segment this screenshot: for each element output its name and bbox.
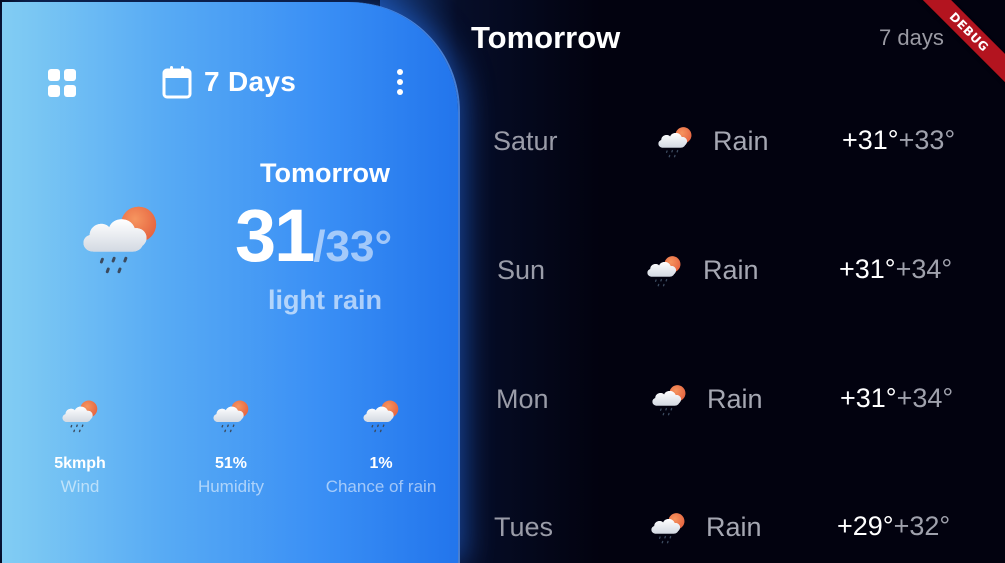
temp-low: /33° bbox=[313, 222, 393, 271]
weather-app: 7 Days Tomorrow 31 /33° light rain 5kmph… bbox=[0, 0, 1005, 563]
day-temp-low: +34° bbox=[895, 254, 953, 284]
temp-high: 31 bbox=[235, 194, 315, 277]
day-temp-low: +33° bbox=[898, 125, 956, 155]
rain-cloud-icon bbox=[649, 380, 689, 418]
more-vert-icon[interactable] bbox=[393, 67, 407, 97]
calendar-title: 7 Days bbox=[162, 62, 296, 102]
rain-cloud-icon bbox=[655, 122, 695, 160]
day-temps: +31°+34° bbox=[839, 254, 952, 285]
stat-chance-of-rain: 1% Chance of rain bbox=[311, 395, 451, 497]
day-temps: +31°+34° bbox=[840, 383, 953, 414]
stat-value: 51% bbox=[214, 455, 248, 472]
grid-icon[interactable] bbox=[47, 68, 77, 98]
rain-cloud-icon bbox=[359, 395, 403, 435]
day-temp-high: +31° bbox=[840, 383, 897, 413]
stat-value: 1% bbox=[369, 455, 393, 472]
day-temps: +29°+32° bbox=[837, 511, 950, 542]
day-name: Satur bbox=[493, 126, 558, 156]
condition-text: light rain bbox=[268, 285, 382, 315]
forecast-row[interactable]: Mon Rain +31°+34° bbox=[470, 378, 990, 424]
day-condition: Rain bbox=[706, 512, 762, 542]
stat-label: Chance of rain bbox=[325, 477, 437, 496]
calendar-icon bbox=[162, 66, 192, 99]
stat-value: 5kmph bbox=[54, 455, 106, 472]
tomorrow-label: Tomorrow bbox=[260, 158, 390, 188]
day-temp-high: +31° bbox=[842, 125, 899, 155]
card-title: 7 Days bbox=[204, 66, 297, 97]
weather-card: 7 Days Tomorrow 31 /33° light rain 5kmph… bbox=[2, 2, 458, 563]
stat-label: Wind bbox=[60, 477, 100, 496]
day-condition: Rain bbox=[713, 126, 769, 156]
rain-cloud-icon bbox=[644, 251, 684, 289]
rain-cloud-icon bbox=[648, 508, 688, 546]
day-condition: Rain bbox=[703, 255, 759, 285]
day-temps: +31°+33° bbox=[842, 125, 955, 156]
forecast-row[interactable]: Tues Rain +29°+32° bbox=[470, 506, 990, 552]
stat-label: Humidity bbox=[197, 477, 265, 496]
day-condition: Rain bbox=[707, 384, 763, 414]
day-name: Mon bbox=[496, 384, 549, 414]
day-temp-high: +31° bbox=[839, 254, 896, 284]
forecast-row[interactable]: Sun Rain +31°+34° bbox=[470, 249, 990, 295]
stat-humidity: 51% Humidity bbox=[161, 395, 301, 497]
day-temp-high: +29° bbox=[837, 511, 894, 541]
card-top-bar: 7 Days bbox=[2, 60, 458, 104]
rain-cloud-icon bbox=[209, 395, 253, 435]
forecast-row[interactable]: Satur Rain +31°+33° bbox=[470, 120, 990, 166]
temperature-display: 31 /33° bbox=[235, 194, 392, 278]
day-temp-low: +34° bbox=[896, 383, 954, 413]
stat-wind: 5kmph Wind bbox=[10, 395, 150, 497]
day-name: Sun bbox=[497, 255, 546, 285]
rain-cloud-icon bbox=[58, 395, 102, 435]
day-temp-low: +32° bbox=[893, 511, 951, 541]
forecast-range-link[interactable]: 7 days bbox=[879, 25, 944, 51]
rain-cloud-icon bbox=[76, 195, 164, 279]
forecast-header: Tomorrow bbox=[471, 20, 621, 55]
day-name: Tues bbox=[494, 512, 554, 542]
